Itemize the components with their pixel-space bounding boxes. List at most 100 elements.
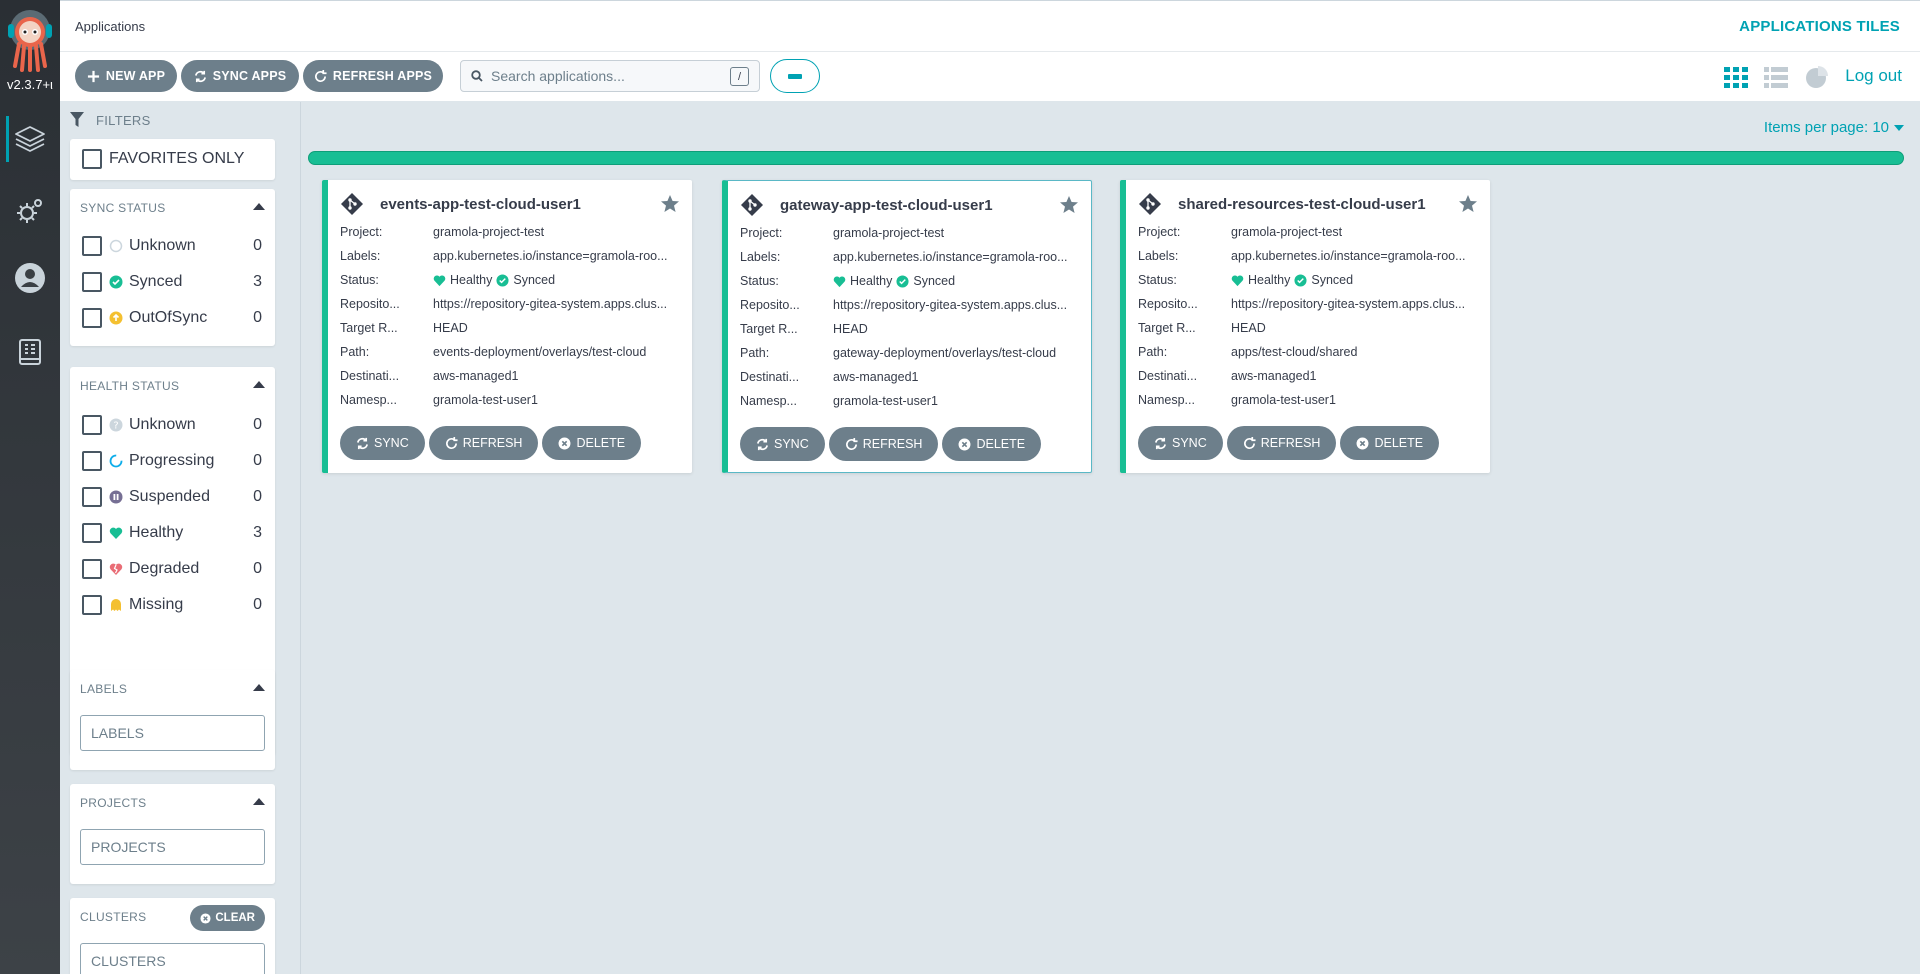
projects-filter-input[interactable] (80, 829, 265, 865)
refresh-button[interactable]: REFRESH (1226, 426, 1337, 460)
field-value: https://repository-gitea-system.apps.clu… (1231, 297, 1466, 311)
sync-apps-button[interactable]: SYNC APPS (181, 60, 299, 92)
field-destination: Destinati... aws-managed1 (740, 365, 1085, 389)
app-card[interactable]: events-app-test-cloud-user1 Project: gram… (322, 180, 692, 473)
filter-count: 0 (253, 596, 262, 613)
arrow-up-circle-icon (109, 311, 123, 325)
checkbox[interactable] (82, 523, 102, 543)
toggle-button[interactable] (770, 59, 820, 93)
sync-icon (357, 437, 368, 449)
checkbox[interactable] (82, 272, 102, 292)
field-key: Status: (740, 274, 779, 288)
nav-item-settings[interactable] (0, 186, 60, 236)
nav-item-applications[interactable] (0, 114, 60, 164)
refresh-icon (845, 437, 858, 450)
app-name[interactable]: shared-resources-test-cloud-user1 (1178, 196, 1426, 213)
field-repository: Reposito... https://repository-gitea-syst… (340, 292, 685, 316)
filter-health-healthy[interactable]: Healthy 3 (82, 521, 262, 545)
clusters-title: CLUSTERS (80, 910, 147, 924)
favorites-checkbox[interactable] (82, 149, 102, 169)
checkbox[interactable] (82, 415, 102, 435)
argo-logo[interactable] (7, 8, 53, 72)
field-key: Path: (340, 345, 370, 359)
star-icon[interactable] (660, 194, 680, 214)
filter-sync-unknown[interactable]: Unknown 0 (82, 234, 262, 258)
filter-health-unknown[interactable]: ? Unknown 0 (82, 413, 262, 437)
star-icon[interactable] (1458, 194, 1478, 214)
collapse-caret-icon[interactable] (253, 203, 265, 210)
sync-button[interactable]: SYNC (1138, 426, 1223, 460)
items-per-page-dropdown[interactable]: Items per page: 10 (1764, 119, 1904, 136)
collapse-caret-icon[interactable] (253, 798, 265, 805)
health-status: Healthy (1248, 273, 1291, 287)
app-name[interactable]: gateway-app-test-cloud-user1 (780, 197, 993, 214)
health-status: Healthy (450, 273, 493, 287)
field-labels: Labels: app.kubernetes.io/instance=gramol… (1138, 244, 1483, 268)
check-circle-icon (496, 273, 509, 287)
summary-pie-icon[interactable] (1804, 64, 1830, 90)
clusters-filter-input[interactable] (80, 943, 265, 974)
delete-button[interactable]: DELETE (1340, 426, 1440, 460)
collapse-caret-icon[interactable] (253, 684, 265, 691)
new-app-button[interactable]: NEW APP (75, 60, 177, 92)
app-card[interactable]: gateway-app-test-cloud-user1 Project: gra… (722, 180, 1092, 473)
field-value: https://repository-gitea-system.apps.clu… (833, 298, 1068, 312)
checkbox[interactable] (82, 308, 102, 328)
question-circle-icon: ? (109, 418, 123, 432)
collapse-caret-icon[interactable] (253, 381, 265, 388)
list-view-icon[interactable] (1763, 64, 1789, 90)
delete-button[interactable]: DELETE (542, 426, 642, 460)
field-value: HEAD (1231, 321, 1266, 335)
search-input[interactable] (491, 68, 721, 84)
filter-health-progressing[interactable]: Progressing 0 (82, 449, 262, 473)
sync-button[interactable]: SYNC (740, 427, 825, 461)
field-key: Labels: (1138, 249, 1179, 263)
labels-filter-input[interactable] (80, 715, 265, 751)
filter-count: 0 (253, 309, 262, 326)
field-value: gramola-project-test (1231, 225, 1343, 239)
field-value: aws-managed1 (433, 369, 519, 383)
field-namespace: Namesp... gramola-test-user1 (340, 388, 685, 412)
checkbox[interactable] (82, 236, 102, 256)
delete-button[interactable]: DELETE (942, 427, 1042, 461)
field-project: Project: gramola-project-test (1138, 220, 1483, 244)
checkbox[interactable] (82, 487, 102, 507)
filter-health-suspended[interactable]: Suspended 0 (82, 485, 262, 509)
nav-item-user-info[interactable] (0, 253, 60, 303)
search-box[interactable]: / (460, 60, 760, 92)
app-name[interactable]: events-app-test-cloud-user1 (380, 196, 581, 213)
check-circle-icon (1294, 273, 1307, 287)
field-key: Target R... (740, 322, 798, 336)
logout-link[interactable]: Log out (1845, 66, 1902, 86)
filter-health-missing[interactable]: Missing 0 (82, 593, 262, 617)
refresh-button[interactable]: REFRESH (828, 427, 939, 461)
star-icon[interactable] (1059, 195, 1079, 215)
filters-title: FILTERS (96, 112, 151, 128)
checkbox[interactable] (82, 595, 102, 615)
filter-health-degraded[interactable]: Degraded 0 (82, 557, 262, 581)
field-key: Destinati... (740, 370, 800, 384)
nav-item-documentation[interactable] (0, 327, 60, 377)
filter-label: Missing (129, 596, 184, 613)
filters-sidebar: FILTERS FAVORITES ONLY SYNC STATUS Unkno… (60, 102, 301, 974)
clusters-clear-button[interactable]: CLEAR (190, 905, 265, 931)
pause-circle-icon (109, 490, 123, 504)
refresh-apps-button[interactable]: REFRESH APPS (303, 60, 443, 92)
spinner-icon (109, 454, 123, 468)
checkbox[interactable] (82, 559, 102, 579)
sync-button[interactable]: SYNC (340, 426, 425, 460)
favorites-only-filter[interactable]: FAVORITES ONLY (82, 147, 262, 171)
refresh-button[interactable]: REFRESH (428, 426, 539, 460)
filter-sync-outofsync[interactable]: OutOfSync 0 (82, 306, 262, 330)
breadcrumb[interactable]: Applications (75, 19, 145, 34)
field-key: Project: (740, 226, 783, 240)
app-card[interactable]: shared-resources-test-cloud-user1 Projec… (1120, 180, 1490, 473)
field-value: aws-managed1 (833, 370, 919, 384)
checkbox[interactable] (82, 451, 102, 471)
heart-icon (1231, 275, 1244, 286)
tiles-view-icon[interactable] (1723, 64, 1749, 90)
sync-label: SYNC (1172, 436, 1207, 450)
filter-sync-synced[interactable]: Synced 3 (82, 270, 262, 294)
filter-label: Suspended (129, 488, 210, 505)
items-per-page-label: Items per page: 10 (1763, 119, 1889, 136)
